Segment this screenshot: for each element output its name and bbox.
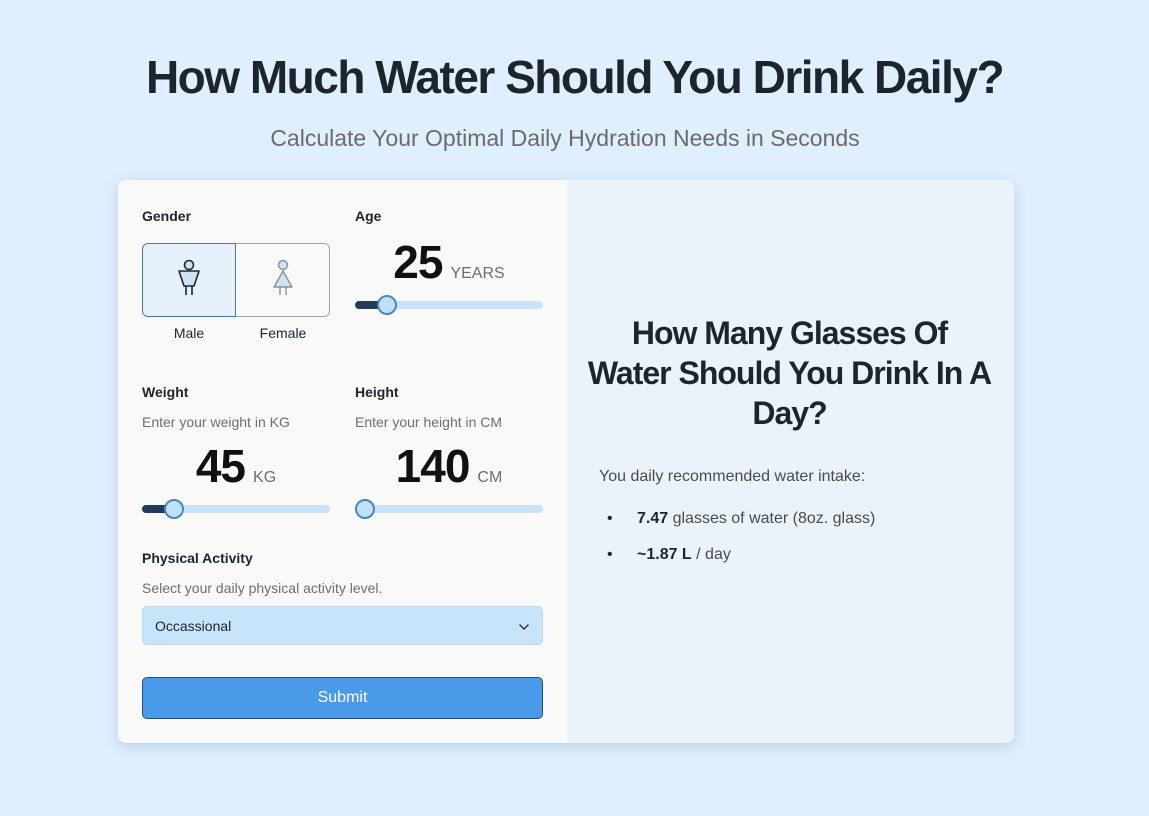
- calculator-card: Gender Male Female Age 25 YEARS Weight E…: [118, 180, 1014, 743]
- result-glasses: • 7.47 glasses of water (8oz. glass): [607, 510, 875, 546]
- page-subtitle: Calculate Your Optimal Daily Hydration N…: [270, 125, 860, 151]
- activity-label: Physical Activity: [142, 550, 253, 566]
- gender-selector: [142, 243, 330, 317]
- glasses-text: glasses of water (8oz. glass): [668, 510, 876, 527]
- result-intro: You daily recommended water intake:: [599, 468, 866, 485]
- gender-female-button[interactable]: [236, 243, 330, 317]
- age-display: 25 YEARS: [355, 235, 543, 289]
- height-slider-thumb[interactable]: [355, 499, 375, 519]
- weight-label: Weight: [142, 384, 189, 400]
- activity-select[interactable]: Occassional: [142, 606, 543, 645]
- height-display: 140 CM: [355, 439, 543, 493]
- result-title: How Many Glasses Of Water Should You Dri…: [587, 315, 992, 431]
- activity-selected-value: Occassional: [155, 617, 232, 634]
- height-slider[interactable]: [355, 499, 543, 519]
- female-icon: [269, 259, 297, 302]
- weight-display: 45 KG: [142, 439, 330, 493]
- height-hint: Enter your height in CM: [355, 414, 503, 430]
- gender-female-label: Female: [259, 325, 307, 341]
- result-panel: How Many Glasses Of Water Should You Dri…: [567, 180, 1014, 743]
- result-list: • 7.47 glasses of water (8oz. glass) • ~…: [607, 510, 875, 582]
- result-liters: • ~1.87 L / day: [607, 546, 875, 582]
- bullet-icon: •: [607, 510, 613, 527]
- age-unit: YEARS: [450, 265, 505, 282]
- chevron-down-icon: [518, 618, 530, 634]
- gender-label: Gender: [142, 208, 192, 224]
- gender-male-button[interactable]: [142, 243, 236, 317]
- height-value: 140: [395, 440, 471, 492]
- age-label: Age: [355, 208, 382, 224]
- liters-value: ~1.87 L: [637, 546, 692, 563]
- weight-unit: KG: [253, 469, 277, 486]
- weight-value: 45: [195, 440, 246, 492]
- gender-male-label: Male: [173, 325, 205, 341]
- age-slider[interactable]: [355, 295, 543, 315]
- submit-button[interactable]: Submit: [142, 677, 543, 719]
- height-label: Height: [355, 384, 399, 400]
- age-slider-thumb[interactable]: [376, 295, 397, 315]
- weight-slider[interactable]: [142, 499, 330, 519]
- input-panel: Gender Male Female Age 25 YEARS Weight E…: [118, 180, 567, 743]
- height-unit: CM: [477, 469, 503, 486]
- bullet-icon: •: [607, 546, 613, 563]
- glasses-value: 7.47: [637, 510, 669, 527]
- age-value: 25: [393, 236, 443, 288]
- male-icon: [175, 259, 203, 302]
- weight-slider-thumb[interactable]: [163, 499, 184, 519]
- page-title: How Much Water Should You Drink Daily?: [145, 51, 1005, 103]
- liters-text: / day: [691, 546, 731, 563]
- weight-hint: Enter your weight in KG: [142, 414, 290, 430]
- activity-hint: Select your daily physical activity leve…: [142, 580, 383, 596]
